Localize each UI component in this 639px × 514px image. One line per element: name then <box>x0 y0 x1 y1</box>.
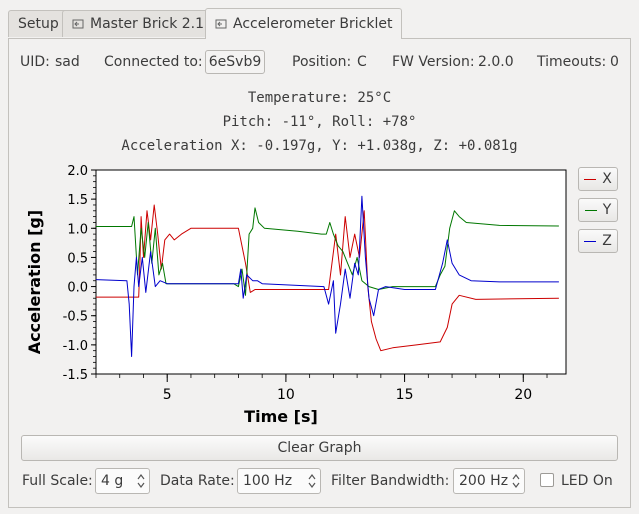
position-label: Position: <box>292 54 352 70</box>
y-tick-label: 0.5 <box>67 251 88 266</box>
spin-arrows-icon <box>308 474 316 488</box>
x-tick-label: 15 <box>396 387 414 403</box>
y-tick-label: -1.0 <box>63 339 88 354</box>
tab-master-brick[interactable]: Master Brick 2.1 <box>62 10 215 37</box>
y-tick-label: 0.0 <box>67 281 88 296</box>
filter-bandwidth-label: Filter Bandwidth: <box>331 473 450 489</box>
connected-label: Connected to: <box>104 54 203 70</box>
spin-arrows-icon <box>512 474 520 488</box>
connected-uid-button[interactable]: 6eSvb9 <box>205 50 265 74</box>
temperature-readout: Temperature: 25°C <box>247 90 392 106</box>
data-rate-select[interactable]: 100 Hz <box>237 468 321 494</box>
led-on-checkbox[interactable] <box>540 473 554 487</box>
filter-bandwidth-value: 200 Hz <box>459 473 509 489</box>
fw-version-value: 2.0.0 <box>478 54 514 70</box>
full-scale-value: 4 g <box>101 473 124 489</box>
detach-icon[interactable] <box>72 19 84 29</box>
pitch-roll-readout: Pitch: -11°, Roll: +78° <box>222 114 417 130</box>
legend-y-button[interactable]: Y <box>578 198 618 222</box>
y-tick-label: 1.0 <box>67 222 88 237</box>
legend-z-label: Z <box>602 233 612 249</box>
spin-arrows-icon <box>137 474 145 488</box>
legend-x-label: X <box>602 171 612 187</box>
data-rate-label: Data Rate: <box>160 473 235 489</box>
tab-master-brick-label: Master Brick 2.1 <box>90 16 205 32</box>
legend-y-swatch <box>584 209 597 211</box>
tab-setup[interactable]: Setup <box>8 10 69 37</box>
detach-icon[interactable] <box>215 19 227 29</box>
clear-graph-button[interactable]: Clear Graph <box>21 435 618 461</box>
position-value: C <box>357 54 367 70</box>
tab-setup-label: Setup <box>18 16 59 32</box>
y-tick-label: 1.5 <box>67 193 88 208</box>
y-tick-label: -1.5 <box>63 368 88 383</box>
uid-label: UID: <box>20 54 50 70</box>
y-axis-label: Acceleration [g] <box>25 210 44 354</box>
legend-z-swatch <box>584 240 597 242</box>
y-tick-label: 2.0 <box>67 164 88 179</box>
x-tick-label: 5 <box>163 387 172 403</box>
x-axis-label: Time [s] <box>244 407 318 426</box>
timeouts-value: 0 <box>610 54 619 70</box>
x-tick-label: 10 <box>277 387 295 403</box>
tab-accelerometer-label: Accelerometer Bricklet <box>233 16 393 32</box>
legend-x-swatch <box>584 178 597 180</box>
uid-value: sad <box>55 54 80 70</box>
y-tick-label: -0.5 <box>63 310 88 325</box>
legend-y-label: Y <box>602 202 612 218</box>
fw-version-label: FW Version: <box>392 54 475 70</box>
legend-z-button[interactable]: Z <box>578 229 618 253</box>
filter-bandwidth-select[interactable]: 200 Hz <box>453 468 525 494</box>
acceleration-readout: Acceleration X: -0.197g, Y: +1.038g, Z: … <box>121 138 518 154</box>
x-tick-label: 20 <box>514 387 532 403</box>
full-scale-label: Full Scale: <box>22 473 93 489</box>
full-scale-select[interactable]: 4 g <box>95 468 150 494</box>
led-on-label: LED On <box>561 473 613 489</box>
acceleration-plot: -1.5 -1.0 -0.5 0.0 0.5 1.0 1.5 2.0 5 10 15 20 Time [… <box>25 164 567 426</box>
timeouts-label: Timeouts: <box>537 54 607 70</box>
tab-bar: Setup Master Brick 2.1 Accelerometer Bri… <box>0 0 639 39</box>
tab-accelerometer-bricklet[interactable]: Accelerometer Bricklet <box>205 8 403 39</box>
data-rate-value: 100 Hz <box>243 473 293 489</box>
legend-x-button[interactable]: X <box>578 167 618 191</box>
